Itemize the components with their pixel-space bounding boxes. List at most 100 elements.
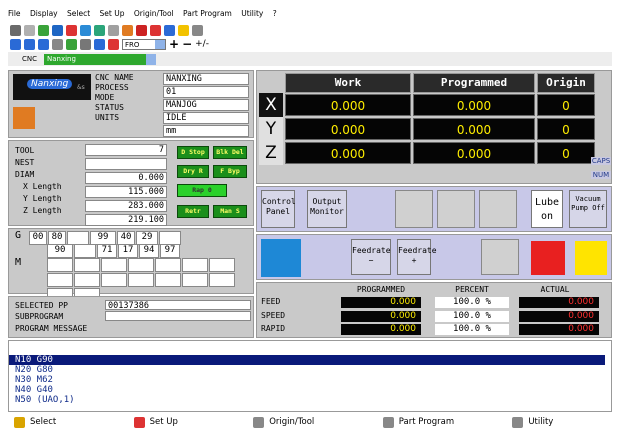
g-codes-row-1: 00 80 99 40 29 <box>29 231 249 245</box>
man-s-button[interactable]: Man S <box>213 205 247 218</box>
vacuum-pump-off-button[interactable]: Vacuum Pump Off <box>569 190 607 228</box>
search-icon[interactable] <box>24 24 35 36</box>
program-line[interactable]: N50 (UAO,1) <box>9 395 611 405</box>
m-code-cell <box>101 258 127 272</box>
rap-0-button[interactable]: Rap 0 <box>177 184 227 197</box>
g-code-cell: 97 <box>160 244 180 258</box>
next-icon[interactable] <box>38 38 49 50</box>
menu-setup[interactable]: Set Up <box>100 9 125 18</box>
retr-button[interactable]: Retr <box>177 205 209 218</box>
grid-icon[interactable] <box>52 24 63 36</box>
feedrate-plus-button[interactable]: Feedrate + <box>397 239 437 275</box>
wrench-icon <box>512 416 524 428</box>
label-cnc-name: CNC NAME <box>95 73 134 82</box>
program-line[interactable]: N20 G80 <box>9 365 611 375</box>
lube-on-button[interactable]: Lube on <box>531 190 563 228</box>
empty-softkey[interactable] <box>479 190 517 228</box>
m-code-cell <box>74 258 100 272</box>
program-line[interactable]: N40 G40 <box>9 385 611 395</box>
rapid-actual: 0.000 <box>519 324 599 335</box>
m-code-cell <box>47 273 73 287</box>
subprogram-field <box>105 311 251 321</box>
menu-part-program[interactable]: Part Program <box>183 9 232 18</box>
program-line[interactable]: N30 M62 <box>9 375 611 385</box>
drill-icon[interactable] <box>80 38 91 50</box>
pause-icon[interactable] <box>52 38 63 50</box>
rates-header-actual: ACTUAL <box>540 285 570 294</box>
bottom-part-program-label: Part Program <box>398 417 455 427</box>
bottom-utility-label: Utility <box>528 417 554 427</box>
speed-actual: 0.000 <box>519 311 599 322</box>
folder-icon[interactable] <box>178 24 189 36</box>
empty-softkey[interactable] <box>395 190 433 228</box>
g-code-cell: 17 <box>118 244 138 258</box>
softkeys-row-2: Feedrate − Feedrate + <box>256 234 612 280</box>
label-process: PROCESS <box>95 83 129 92</box>
dro-header-programmed: Programmed <box>413 73 535 93</box>
bottom-origin-tool[interactable]: Origin/Tool <box>253 416 383 428</box>
cnc-select[interactable]: Nanxing <box>44 53 156 65</box>
jog-icon[interactable] <box>108 38 119 50</box>
gear-icon[interactable] <box>164 24 175 36</box>
label-selected-pp: SELECTED PP <box>15 301 68 310</box>
feed-actual: 0.000 <box>519 297 599 308</box>
bottom-setup[interactable]: Set Up <box>133 416 254 428</box>
menu-select[interactable]: Select <box>67 9 90 18</box>
menu-origin-tool[interactable]: Origin/Tool <box>134 9 174 18</box>
empty-softkey[interactable] <box>481 239 519 275</box>
tool-icon[interactable] <box>122 24 133 36</box>
step-icon[interactable] <box>24 38 35 50</box>
run-icon[interactable] <box>66 38 77 50</box>
label-program-message: PROGRAM MESSAGE <box>15 324 88 333</box>
reset-icon[interactable] <box>575 241 607 275</box>
bottom-select[interactable]: Select <box>8 416 134 428</box>
plus-minus-button[interactable]: +/- <box>195 39 209 49</box>
softkeys-row-1: Control Panel Output Monitor Lube on Vac… <box>256 186 612 232</box>
cnc-label: CNC <box>22 55 38 63</box>
mode-field: MANJOG <box>163 99 249 111</box>
dry-r-button[interactable]: Dry R <box>177 165 209 178</box>
axis-y-label: Y <box>259 117 283 141</box>
blk-del-button[interactable]: Blk Del <box>213 146 247 159</box>
control-panel-button[interactable]: Control Panel <box>261 190 296 228</box>
bottom-utility[interactable]: Utility <box>512 416 612 428</box>
label-subprogram: SUBPROGRAM <box>15 312 64 321</box>
wave-icon[interactable] <box>108 24 119 36</box>
forward-icon[interactable] <box>10 38 21 50</box>
document-icon <box>382 416 394 428</box>
menu-display[interactable]: Display <box>30 9 58 18</box>
output-monitor-button[interactable]: Output Monitor <box>307 190 347 228</box>
machine-icon[interactable] <box>10 24 21 36</box>
f-byp-button[interactable]: F Byp <box>213 165 247 178</box>
label-x-length: X Length <box>23 182 62 191</box>
fro-label: FRO <box>125 40 140 49</box>
d-stop-button[interactable]: D Stop <box>177 146 209 159</box>
fan-icon[interactable] <box>261 239 301 277</box>
g-code-cell: 99 <box>90 231 116 245</box>
check-icon[interactable] <box>38 24 49 36</box>
bottom-origin-tool-label: Origin/Tool <box>269 417 315 427</box>
layers-icon[interactable] <box>80 24 91 36</box>
chart-icon[interactable] <box>94 24 105 36</box>
spindle-icon[interactable] <box>94 38 105 50</box>
label-feed: FEED <box>261 297 281 306</box>
y-programmed-value: 0.000 <box>413 118 535 140</box>
fro-dropdown[interactable]: FRO <box>122 38 166 50</box>
minus-button[interactable]: − <box>182 37 192 51</box>
menu-utility[interactable]: Utility <box>241 9 263 18</box>
help-icon[interactable] <box>192 24 203 36</box>
record-icon[interactable] <box>150 24 161 36</box>
emergency-icon[interactable] <box>531 241 565 275</box>
program-line[interactable]: N10 G90 <box>9 355 605 365</box>
menu-help[interactable]: ? <box>273 9 277 18</box>
empty-softkey[interactable] <box>437 190 475 228</box>
info-labels: CNC NAME PROCESS MODE STATUS UNITS <box>95 73 163 123</box>
plus-button[interactable]: + <box>169 37 179 51</box>
grid2-icon[interactable] <box>136 24 147 36</box>
m-code-cell <box>209 258 235 272</box>
stop-icon[interactable] <box>66 24 77 36</box>
toolbar-row-2: FRO + − +/- <box>10 37 310 51</box>
menu-file[interactable]: File <box>8 9 21 18</box>
bottom-part-program[interactable]: Part Program <box>382 416 513 428</box>
feedrate-minus-button[interactable]: Feedrate − <box>351 239 391 275</box>
